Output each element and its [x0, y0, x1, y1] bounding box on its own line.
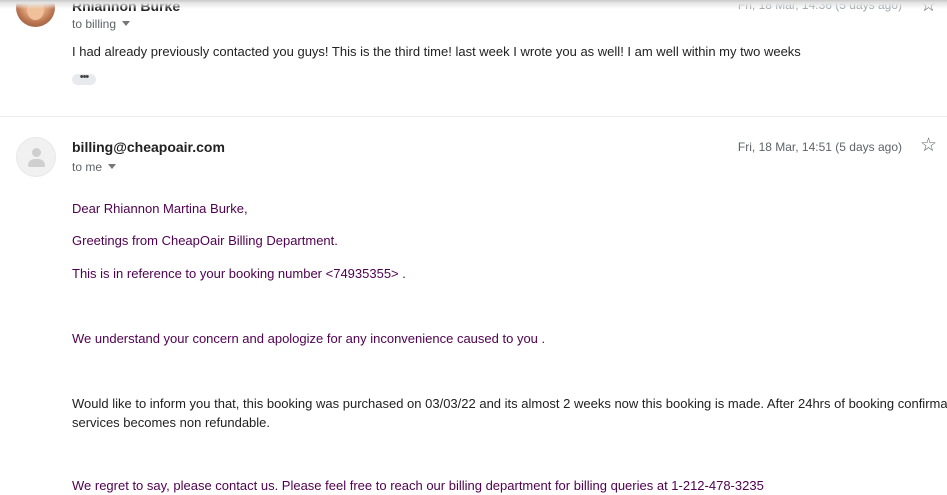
caret-down-icon[interactable]	[122, 21, 131, 26]
show-trimmed-content-button[interactable]: •••	[72, 72, 96, 85]
message-1: Rhiannon Burke to billing Fri, 18 Mar, 1…	[0, 0, 947, 117]
apology-paragraph: We understand your concern and apologize…	[72, 331, 546, 346]
toolbar-shadow	[0, 0, 947, 9]
caret-down-icon[interactable]	[108, 164, 117, 169]
policy-line-2: services becomes non refundable.	[72, 415, 271, 430]
policy-line-1: Would like to inform you that, this book…	[72, 396, 947, 411]
policy-paragraph: Would like to inform you that, this book…	[72, 394, 947, 432]
message-2: billing@cheapoair.com to me Fri, 18 Mar,…	[0, 117, 947, 493]
message-body: I had already previously contacted you g…	[72, 44, 801, 59]
reference-paragraph: This is in reference to your booking num…	[72, 266, 406, 281]
recipient-label: to me	[72, 160, 103, 174]
greeting-paragraph: Greetings from CheapOair Billing Departm…	[72, 233, 338, 248]
sender-email[interactable]: billing@cheapoair.com	[72, 139, 225, 155]
cutoff-paragraph: We regret to say, please contact us. Ple…	[72, 478, 764, 493]
avatar-placeholder[interactable]	[16, 137, 56, 177]
recipient-line[interactable]: to billing	[72, 17, 131, 31]
recipient-label: to billing	[72, 17, 117, 31]
person-head-icon	[32, 148, 41, 157]
star-outline-icon[interactable]: ☆	[920, 136, 937, 155]
recipient-line[interactable]: to me	[72, 160, 117, 174]
message-date: Fri, 18 Mar, 14:51 (5 days ago)	[737, 140, 902, 154]
salutation-paragraph: Dear Rhiannon Martina Burke,	[72, 201, 248, 216]
person-body-icon	[28, 159, 45, 167]
